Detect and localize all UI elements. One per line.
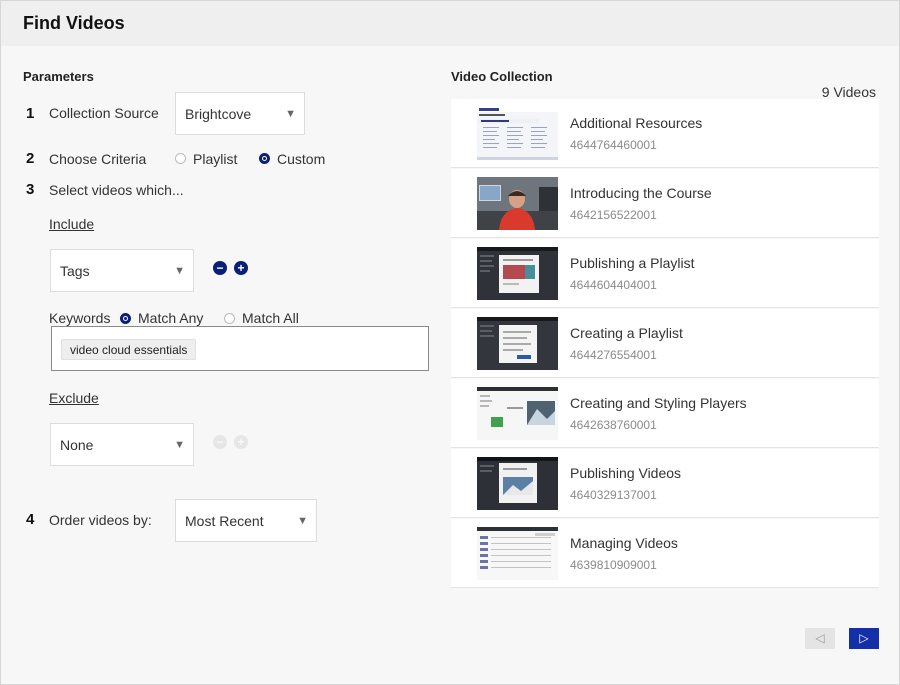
chevron-down-icon: ▼: [174, 264, 185, 277]
video-title: Publishing Videos: [570, 465, 682, 481]
chevron-down-icon: ▼: [297, 514, 308, 527]
video-id: 4644276554001: [570, 348, 657, 362]
video-thumbnail: [477, 457, 558, 510]
video-title: Additional Resources: [570, 115, 703, 131]
video-thumbnail: [477, 387, 558, 440]
remove-exclude-button[interactable]: −: [213, 435, 227, 449]
video-title: Introducing the Course: [570, 185, 712, 201]
video-id: 4642638760001: [570, 418, 657, 432]
video-thumbnail: [477, 317, 558, 370]
video-title: Creating a Playlist: [570, 325, 683, 341]
collection-source-select[interactable]: Brightcove ▼: [175, 92, 305, 135]
chevron-down-icon: ▼: [285, 107, 296, 120]
add-exclude-button[interactable]: +: [234, 435, 248, 449]
step-number-2: 2: [26, 150, 35, 167]
previous-page-button[interactable]: ◁: [805, 628, 835, 649]
video-collection-heading: Video Collection: [451, 69, 553, 84]
custom-radio[interactable]: [259, 153, 270, 164]
exclude-heading: Exclude: [49, 390, 99, 406]
order-by-value: Most Recent: [185, 512, 264, 529]
step-number-1: 1: [26, 105, 35, 122]
include-type-select[interactable]: Tags ▼: [50, 249, 194, 292]
keyword-tag-chip[interactable]: video cloud essentials: [61, 339, 197, 360]
next-page-button[interactable]: ▷: [849, 628, 879, 649]
match-all-radio[interactable]: [224, 313, 235, 324]
include-type-value: Tags: [60, 262, 90, 279]
video-item[interactable]: Introducing the Course 4642156522001: [451, 169, 879, 238]
select-videos-label: Select videos which...: [49, 182, 184, 198]
video-id: 4642156522001: [570, 208, 657, 222]
match-any-label[interactable]: Match Any: [138, 310, 203, 326]
video-item[interactable]: Additional Resources 4644764460001: [451, 99, 879, 168]
video-title: Creating and Styling Players: [570, 395, 747, 411]
keywords-input[interactable]: video cloud essentials: [51, 326, 429, 371]
chevron-down-icon: ▼: [174, 438, 185, 451]
collection-source-value: Brightcove: [185, 105, 252, 122]
video-item[interactable]: Creating and Styling Players 46426387600…: [451, 379, 879, 448]
match-all-label[interactable]: Match All: [242, 310, 299, 326]
page-title: Find Videos: [23, 13, 125, 33]
step-number-4: 4: [26, 511, 35, 528]
keywords-label: Keywords: [49, 310, 111, 326]
playlist-radio-label[interactable]: Playlist: [193, 151, 237, 167]
video-thumbnail: [477, 177, 558, 230]
match-any-radio[interactable]: [120, 313, 131, 324]
collection-source-label: Collection Source: [49, 105, 159, 121]
video-count: 9 Videos: [821, 84, 876, 100]
video-item[interactable]: Publishing Videos 4640329137001: [451, 449, 879, 518]
video-item[interactable]: Publishing a Playlist 4644604404001: [451, 239, 879, 308]
video-item[interactable]: Managing Videos 4639810909001: [451, 519, 879, 588]
choose-criteria-label: Choose Criteria: [49, 151, 147, 167]
video-id: 4639810909001: [570, 558, 657, 572]
step-number-3: 3: [26, 181, 35, 198]
playlist-radio[interactable]: [175, 153, 186, 164]
include-heading: Include: [49, 216, 95, 232]
add-condition-button[interactable]: +: [234, 261, 248, 275]
video-item[interactable]: Creating a Playlist 4644276554001: [451, 309, 879, 378]
video-thumbnail: [477, 247, 558, 300]
video-id: 4644604404001: [570, 278, 657, 292]
video-id: 4640329137001: [570, 488, 657, 502]
video-id: 4644764460001: [570, 138, 657, 152]
header: Find Videos: [1, 1, 899, 46]
order-by-select[interactable]: Most Recent ▼: [175, 499, 317, 542]
video-title: Publishing a Playlist: [570, 255, 695, 271]
order-by-label: Order videos by:: [49, 512, 152, 528]
exclude-type-value: None: [60, 436, 94, 453]
parameters-heading: Parameters: [23, 69, 94, 84]
find-videos-panel: Find Videos Parameters 1 Collection Sour…: [0, 0, 900, 685]
remove-condition-button[interactable]: −: [213, 261, 227, 275]
video-thumbnail: [477, 107, 558, 160]
video-list: Additional Resources 4644764460001 Intro…: [451, 99, 879, 589]
exclude-type-select[interactable]: None ▼: [50, 423, 194, 466]
video-thumbnail: [477, 527, 558, 580]
custom-radio-label[interactable]: Custom: [277, 151, 325, 167]
video-title: Managing Videos: [570, 535, 678, 551]
